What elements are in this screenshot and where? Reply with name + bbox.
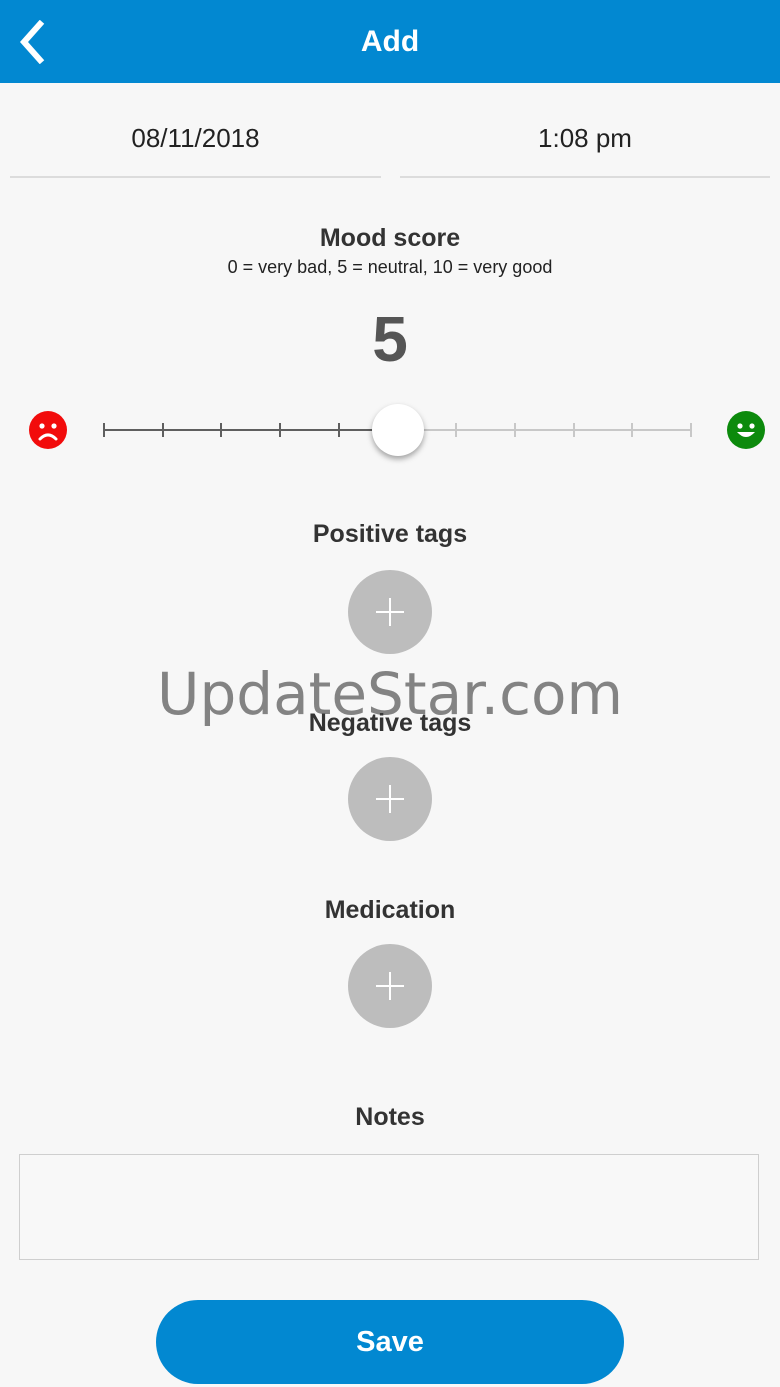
page-title: Add xyxy=(360,24,420,58)
slider-track-active xyxy=(104,429,398,431)
slider-tick xyxy=(103,423,105,437)
plus-icon xyxy=(376,598,404,626)
slider-tick xyxy=(279,423,282,437)
plus-icon xyxy=(376,972,404,1000)
slider-tick xyxy=(572,423,575,437)
slider-tick xyxy=(161,423,164,437)
add-negative-tag-button[interactable] xyxy=(348,757,432,841)
happy-face-icon xyxy=(727,411,765,449)
add-positive-tag-button[interactable] xyxy=(348,570,432,654)
time-field[interactable]: 1:08 pm xyxy=(400,100,770,178)
mood-score-title: Mood score xyxy=(319,224,461,252)
slider-tick xyxy=(337,423,340,437)
mood-scale-hint: 0 = very bad, 5 = neutral, 10 = very goo… xyxy=(227,257,553,277)
mood-slider[interactable] xyxy=(103,404,692,456)
plus-icon xyxy=(376,785,404,813)
slider-thumb[interactable] xyxy=(371,404,424,456)
save-button[interactable]: Save xyxy=(156,1300,624,1384)
app-bar: Add xyxy=(0,0,780,83)
positive-tags-title: Positive tags xyxy=(312,520,468,548)
date-field[interactable]: 08/11/2018 xyxy=(10,100,381,178)
slider-tick xyxy=(455,423,458,437)
slider-tick xyxy=(220,423,223,437)
slider-tick xyxy=(631,423,634,437)
notes-input[interactable] xyxy=(19,1154,759,1260)
sad-face-icon xyxy=(29,411,67,449)
negative-tags-title: Negative tags xyxy=(308,709,472,737)
slider-tick xyxy=(690,423,692,437)
slider-tick xyxy=(513,423,516,437)
notes-title: Notes xyxy=(355,1103,425,1131)
mood-score-value: 5 xyxy=(372,303,408,375)
add-medication-button[interactable] xyxy=(348,944,432,1028)
medication-title: Medication xyxy=(324,896,456,924)
